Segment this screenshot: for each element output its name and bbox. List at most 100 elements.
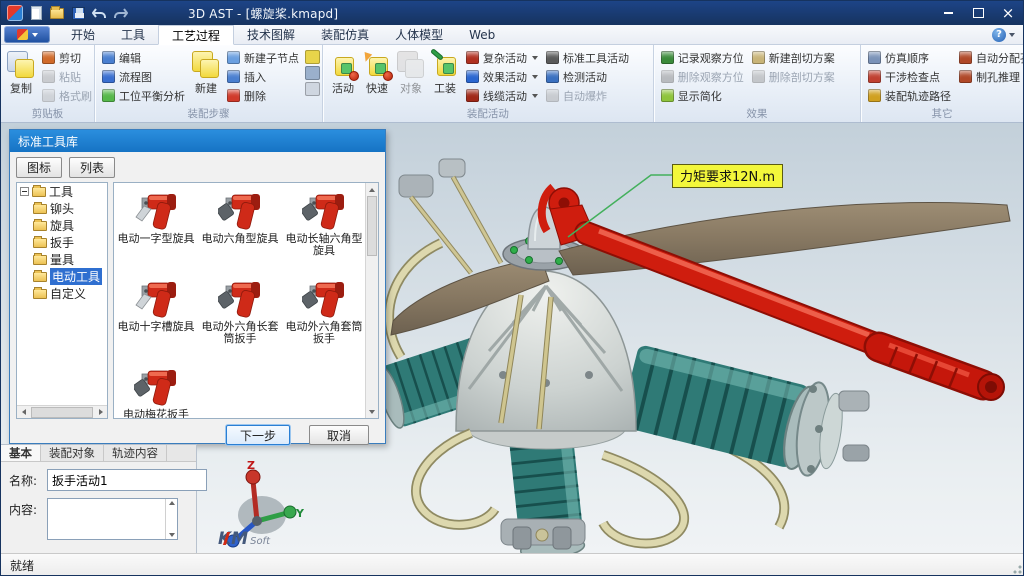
window-controls	[933, 1, 1023, 25]
tab-tools[interactable]: 工具	[108, 25, 158, 44]
tool-item-long-shaft-hex-driver[interactable]: 电动长轴六角型旋具	[282, 183, 366, 271]
new-section-plan-button[interactable]: 新建剖切方案	[748, 48, 839, 67]
hole-making-inference-button[interactable]: 制孔推理	[955, 67, 1024, 86]
delete-view-orientation-button[interactable]: 删除观察方位	[657, 67, 748, 86]
ribbon-group-effects: 记录观察方位 删除观察方位 显示简化 新建剖切方案 删除剖切方案 效果	[654, 45, 861, 122]
simulation-order-icon	[868, 51, 881, 64]
scroll-down-icon[interactable]	[366, 405, 378, 418]
tree-item-custom[interactable]: 自定义	[17, 285, 107, 302]
tab-human-model[interactable]: 人体模型	[382, 25, 456, 44]
cable-activity-button[interactable]: 线缆活动	[462, 86, 542, 105]
tab-basic[interactable]: 基本	[1, 445, 41, 461]
tree-item-electric-tools[interactable]: 电动工具	[17, 268, 107, 285]
scrollbar-thumb[interactable]	[367, 196, 377, 256]
tooling-button[interactable]: 工装	[428, 48, 462, 97]
record-view-orientation-button[interactable]: 记录观察方位	[657, 48, 748, 67]
cancel-button[interactable]: 取消	[309, 425, 369, 445]
display-simplification-button[interactable]: 显示简化	[657, 86, 748, 105]
tree-link-icon[interactable]	[305, 66, 320, 80]
tab-assembly-simulation[interactable]: 装配仿真	[308, 25, 382, 44]
tool-item-slotted-driver[interactable]: 电动一字型旋具	[114, 183, 198, 271]
chevron-down-icon[interactable]	[1009, 33, 1015, 37]
effect-activity-button[interactable]: 效果活动	[462, 67, 542, 86]
effect-activity-icon	[466, 70, 479, 83]
object-button[interactable]: 对象	[394, 48, 428, 97]
detection-activity-button[interactable]: 检测活动	[542, 67, 633, 86]
tab-trajectory-content[interactable]: 轨迹内容	[104, 445, 167, 461]
tab-assembly-object[interactable]: 装配对象	[41, 445, 104, 461]
quick-activity-button[interactable]: 快速	[360, 48, 394, 97]
tree-item-wrenches[interactable]: 扳手	[17, 234, 107, 251]
station-balance-analysis-button[interactable]: 工位平衡分析	[98, 86, 189, 105]
scroll-left-icon[interactable]	[17, 406, 30, 418]
tab-web[interactable]: Web	[456, 25, 508, 44]
delete-section-plan-button[interactable]: 删除剖切方案	[748, 67, 839, 86]
new-document-icon[interactable]	[28, 5, 44, 21]
undo-icon[interactable]	[91, 5, 107, 21]
maximize-button[interactable]	[963, 1, 993, 25]
content-textarea[interactable]	[47, 498, 178, 540]
tool-item-hex-driver[interactable]: 电动六角型旋具	[198, 183, 282, 271]
tree-item-screwdrivers[interactable]: 旋具	[17, 217, 107, 234]
tree-item-measuring-tools[interactable]: 量具	[17, 251, 107, 268]
paste-button[interactable]: 粘贴	[38, 67, 96, 86]
tree-item-rivet-heads[interactable]: 铆头	[17, 200, 107, 217]
complex-activity-button[interactable]: 复杂活动	[462, 48, 542, 67]
record-view-icon	[661, 51, 674, 64]
name-input[interactable]	[47, 469, 207, 491]
3d-viewport[interactable]: Z Y 力矩要求12N.m KM Soft 标准工具库 图标 列表	[1, 123, 1024, 553]
simulation-order-button[interactable]: 仿真顺序	[864, 48, 955, 67]
dialog-titlebar[interactable]: 标准工具库	[10, 130, 385, 152]
list-view-button[interactable]: 列表	[69, 157, 115, 178]
minimize-button[interactable]	[933, 1, 963, 25]
scroll-up-icon[interactable]	[169, 501, 175, 505]
tool-item-long-socket-wrench[interactable]: 电动外六角长套筒扳手	[198, 271, 282, 359]
delete-button[interactable]: 删除	[223, 86, 303, 105]
cut-button[interactable]: 剪切	[38, 48, 96, 67]
flowchart-button[interactable]: 流程图	[98, 67, 189, 86]
tree-horizontal-scrollbar[interactable]	[17, 405, 107, 418]
auto-explode-button[interactable]: 自动爆炸	[542, 86, 633, 105]
close-button[interactable]	[993, 1, 1023, 25]
tool-item-phillips-driver[interactable]: 电动十字槽旋具	[114, 271, 198, 359]
tab-home[interactable]: 开始	[58, 25, 108, 44]
app-logo-icon[interactable]	[7, 5, 23, 21]
auto-assign-holes-button[interactable]: 自动分配孔位	[955, 48, 1024, 67]
new-step-button[interactable]: 新建	[189, 48, 223, 97]
tab-process[interactable]: 工艺过程	[158, 25, 234, 45]
content-label: 内容:	[9, 498, 47, 518]
tree-item-root[interactable]: 工具	[17, 183, 107, 200]
scroll-right-icon[interactable]	[94, 406, 107, 418]
textarea-scrollbar[interactable]	[165, 499, 177, 539]
open-file-icon[interactable]	[49, 5, 65, 21]
scroll-down-icon[interactable]	[169, 533, 175, 537]
tool-item-socket-wrench[interactable]: 电动外六角套筒扳手	[282, 271, 366, 359]
tree-unlink-icon[interactable]	[305, 82, 320, 96]
redo-icon[interactable]	[112, 5, 128, 21]
format-painter-button[interactable]: 格式刷	[38, 86, 96, 105]
save-icon[interactable]	[70, 5, 86, 21]
grid-vertical-scrollbar[interactable]	[365, 183, 378, 418]
resize-grip-icon[interactable]	[1012, 564, 1022, 574]
collapse-icon[interactable]	[20, 187, 29, 196]
scroll-up-icon[interactable]	[366, 183, 378, 196]
assembly-trajectory-path-button[interactable]: 装配轨迹路径	[864, 86, 955, 105]
torque-annotation[interactable]: 力矩要求12N.m	[672, 164, 783, 188]
interference-check-point-button[interactable]: 干涉检查点	[864, 67, 955, 86]
tool-category-tree[interactable]: 工具 铆头 旋具 扳手 量具 电动工具 自定义	[16, 182, 108, 419]
copy-button[interactable]: 复制	[4, 48, 38, 97]
scrollbar-thumb[interactable]	[31, 407, 93, 418]
standard-tool-activity-button[interactable]: 标准工具活动	[542, 48, 633, 67]
axis-label-y: Y	[295, 507, 305, 520]
layout-grid-dropdown-icon[interactable]	[305, 50, 320, 64]
help-icon[interactable]	[992, 28, 1006, 42]
new-child-node-button[interactable]: 新建子节点	[223, 48, 303, 67]
insert-button[interactable]: 插入	[223, 67, 303, 86]
next-step-button[interactable]: 下一步	[226, 425, 290, 445]
application-menu-button[interactable]	[4, 26, 50, 43]
icon-view-button[interactable]: 图标	[16, 157, 62, 178]
activity-button[interactable]: 活动	[326, 48, 360, 97]
tool-item-torx-wrench[interactable]: 电动梅花扳手	[114, 359, 198, 419]
edit-button[interactable]: 编辑	[98, 48, 189, 67]
tab-technical-illustration[interactable]: 技术图解	[234, 25, 308, 44]
